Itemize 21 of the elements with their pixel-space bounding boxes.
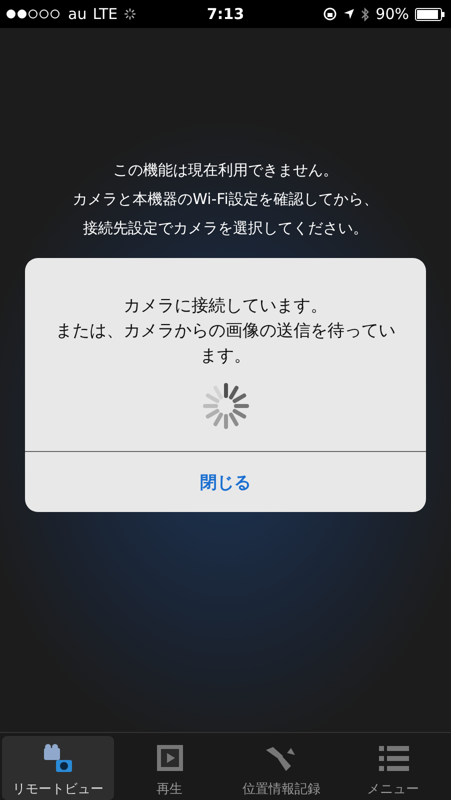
network-label: LTE — [92, 5, 118, 23]
spinner-icon — [200, 381, 250, 431]
tab-bar-item[interactable]: 位置情報記録 — [226, 736, 338, 800]
location-arrow-icon — [342, 8, 355, 20]
notice-line: 接続先設定でカメラを選択してください。 — [83, 218, 368, 239]
dialog-message: カメラに接続しています。 — [124, 295, 328, 318]
rotation-lock-icon — [322, 7, 337, 21]
notice-line: カメラと本機器のWi-Fi設定を確認してから、 — [72, 189, 378, 210]
clock-time: 7:13 — [206, 5, 244, 23]
tab-bar-item[interactable]: メニュー — [337, 736, 449, 800]
dialog-message: または、カメラからの画像の送信を待っています。 — [56, 320, 396, 368]
signal-icon — [6, 9, 62, 19]
battery-percent: 90% — [376, 5, 409, 23]
carrier-label: au — [68, 5, 87, 23]
notice-line: この機能は現在利用できません。 — [113, 160, 338, 181]
battery-icon — [415, 8, 445, 20]
tab-bar-item[interactable]: リモートビュー — [2, 736, 114, 800]
bluetooth-icon — [360, 6, 370, 22]
close-button[interactable]: 閉じる — [25, 452, 426, 512]
tab-bar-item[interactable]: 再生 — [114, 736, 226, 800]
activity-icon — [124, 8, 136, 20]
